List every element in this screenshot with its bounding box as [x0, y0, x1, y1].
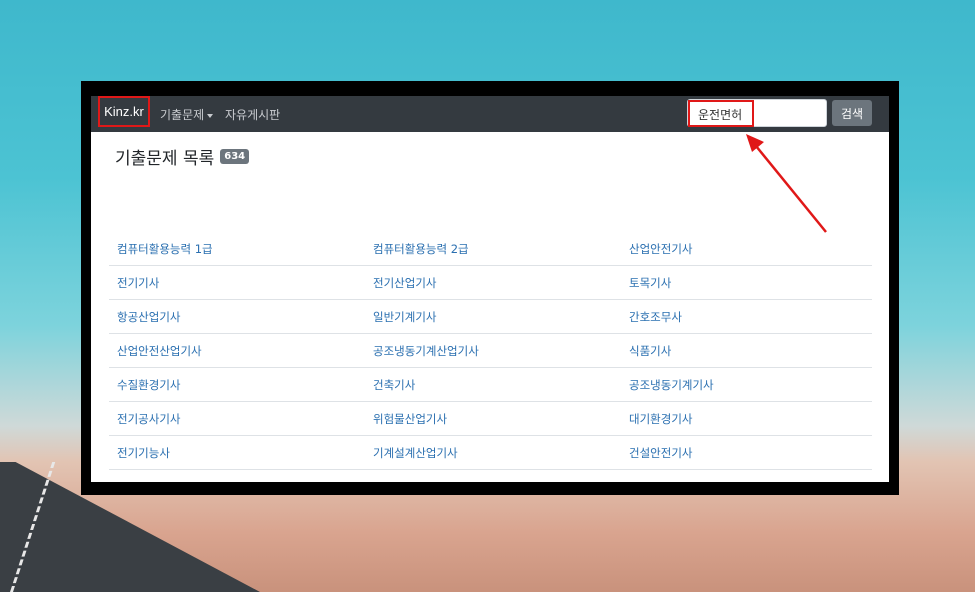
list-row: 전기기능사 기계설계산업기사 건설안전기사 [109, 436, 872, 470]
exam-link[interactable]: 건축기사 [373, 377, 415, 393]
exam-link[interactable]: 산업안전기사 [629, 241, 692, 257]
list-row: 전기공사기사 위험물산업기사 대기환경기사 [109, 402, 872, 436]
exam-link[interactable]: 전기산업기사 [373, 275, 436, 291]
top-navbar: Kinz.kr 기출문제 자유게시판 운전면허 검색 [91, 96, 889, 132]
list-row: 산업안전산업기사 공조냉동기계산업기사 식품기사 [109, 334, 872, 368]
exam-link[interactable]: 건설안전기사 [629, 445, 692, 461]
brand-logo-link[interactable]: Kinz.kr [98, 96, 150, 127]
exam-link[interactable]: 위험물산업기사 [373, 411, 447, 427]
list-row: 수질환경기사 건축기사 공조냉동기계기사 [109, 368, 872, 402]
browser-window: Kinz.kr 기출문제 자유게시판 운전면허 검색 기출문제 목록 634 컴… [91, 96, 889, 482]
exam-link[interactable]: 전기기능사 [117, 445, 170, 461]
list-row: 컴퓨터활용능력 1급 컴퓨터활용능력 2급 산업안전기사 [109, 232, 872, 266]
exam-link[interactable]: 수질환경기사 [117, 377, 180, 393]
page-title: 기출문제 목록 [115, 149, 215, 169]
list-row: 전기기사 전기산업기사 토목기사 [109, 266, 872, 300]
nav-questions-dropdown[interactable]: 기출문제 [160, 106, 214, 123]
exam-link[interactable]: 전기기사 [117, 275, 159, 291]
exam-link[interactable]: 일반기계기사 [373, 309, 436, 325]
search-input-value: 운전면허 [698, 108, 743, 122]
exam-link[interactable]: 식품기사 [629, 343, 671, 359]
exam-link[interactable]: 컴퓨터활용능력 2급 [373, 241, 469, 257]
count-badge: 634 [220, 149, 250, 164]
nav-board-link[interactable]: 자유게시판 [225, 106, 280, 123]
search-button[interactable]: 검색 [832, 100, 872, 126]
nav-questions-label: 기출문제 [160, 108, 205, 122]
caret-down-icon [207, 113, 214, 118]
exam-link[interactable]: 대기환경기사 [629, 411, 692, 427]
exam-link[interactable]: 컴퓨터활용능력 1급 [117, 241, 213, 257]
exam-link[interactable]: 간호조무사 [629, 309, 682, 325]
exam-link[interactable]: 공조냉동기계산업기사 [373, 343, 479, 359]
page-title-container: 기출문제 목록 634 [115, 144, 250, 169]
exam-link[interactable]: 산업안전산업기사 [117, 343, 202, 359]
exam-list: 컴퓨터활용능력 1급 컴퓨터활용능력 2급 산업안전기사 전기기사 전기산업기사… [109, 232, 872, 470]
exam-link[interactable]: 토목기사 [629, 275, 671, 291]
exam-link[interactable]: 전기공사기사 [117, 411, 180, 427]
exam-link[interactable]: 기계설계산업기사 [373, 445, 458, 461]
exam-link[interactable]: 항공산업기사 [117, 309, 180, 325]
list-row: 항공산업기사 일반기계기사 간호조무사 [109, 300, 872, 334]
exam-link[interactable]: 공조냉동기계기사 [629, 377, 714, 393]
